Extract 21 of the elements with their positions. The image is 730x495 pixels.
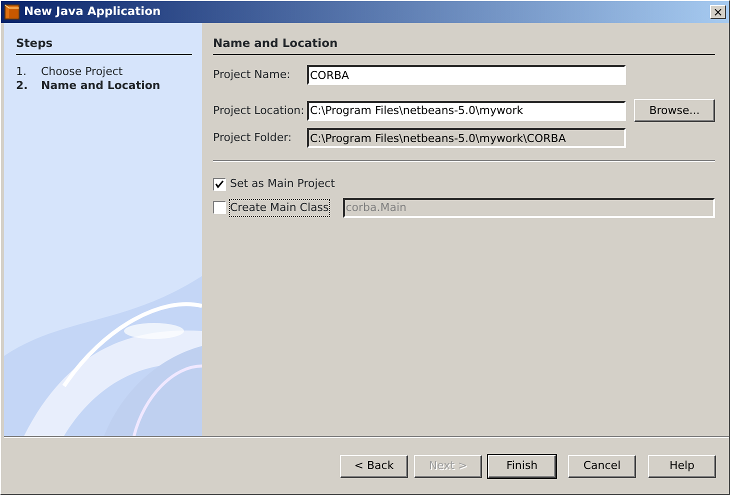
text-field[interactable]: CORBA — [307, 65, 626, 86]
close-button[interactable]: × — [710, 5, 726, 19]
field-label: Project Folder: — [213, 130, 293, 146]
step-item: 2. Name and Location — [16, 79, 162, 94]
checkbox[interactable] — [213, 178, 226, 191]
dialog-button[interactable]: Help — [648, 454, 716, 478]
field-label: Project Name: — [213, 67, 292, 83]
checkbox[interactable] — [213, 201, 226, 214]
dialog-button[interactable]: < Back — [340, 454, 408, 478]
app-icon — [4, 4, 20, 20]
steps-heading: Steps — [16, 35, 192, 56]
section-heading: Name and Location — [213, 35, 715, 56]
window-title: New Java Application — [24, 3, 161, 20]
browse-button[interactable]: Browse... — [634, 99, 715, 122]
checkbox-label[interactable]: Create Main Class — [230, 200, 329, 216]
dialog-button[interactable]: Finish — [488, 454, 556, 478]
step-item: 1. Choose Project — [16, 65, 124, 80]
field-label: Project Location: — [213, 102, 306, 118]
checkbox-label[interactable]: Set as Main Project — [230, 176, 335, 193]
text-field[interactable]: C:\Program Files\netbeans-5.0\mywork — [307, 100, 626, 121]
dialog-button[interactable]: Cancel — [568, 454, 636, 478]
